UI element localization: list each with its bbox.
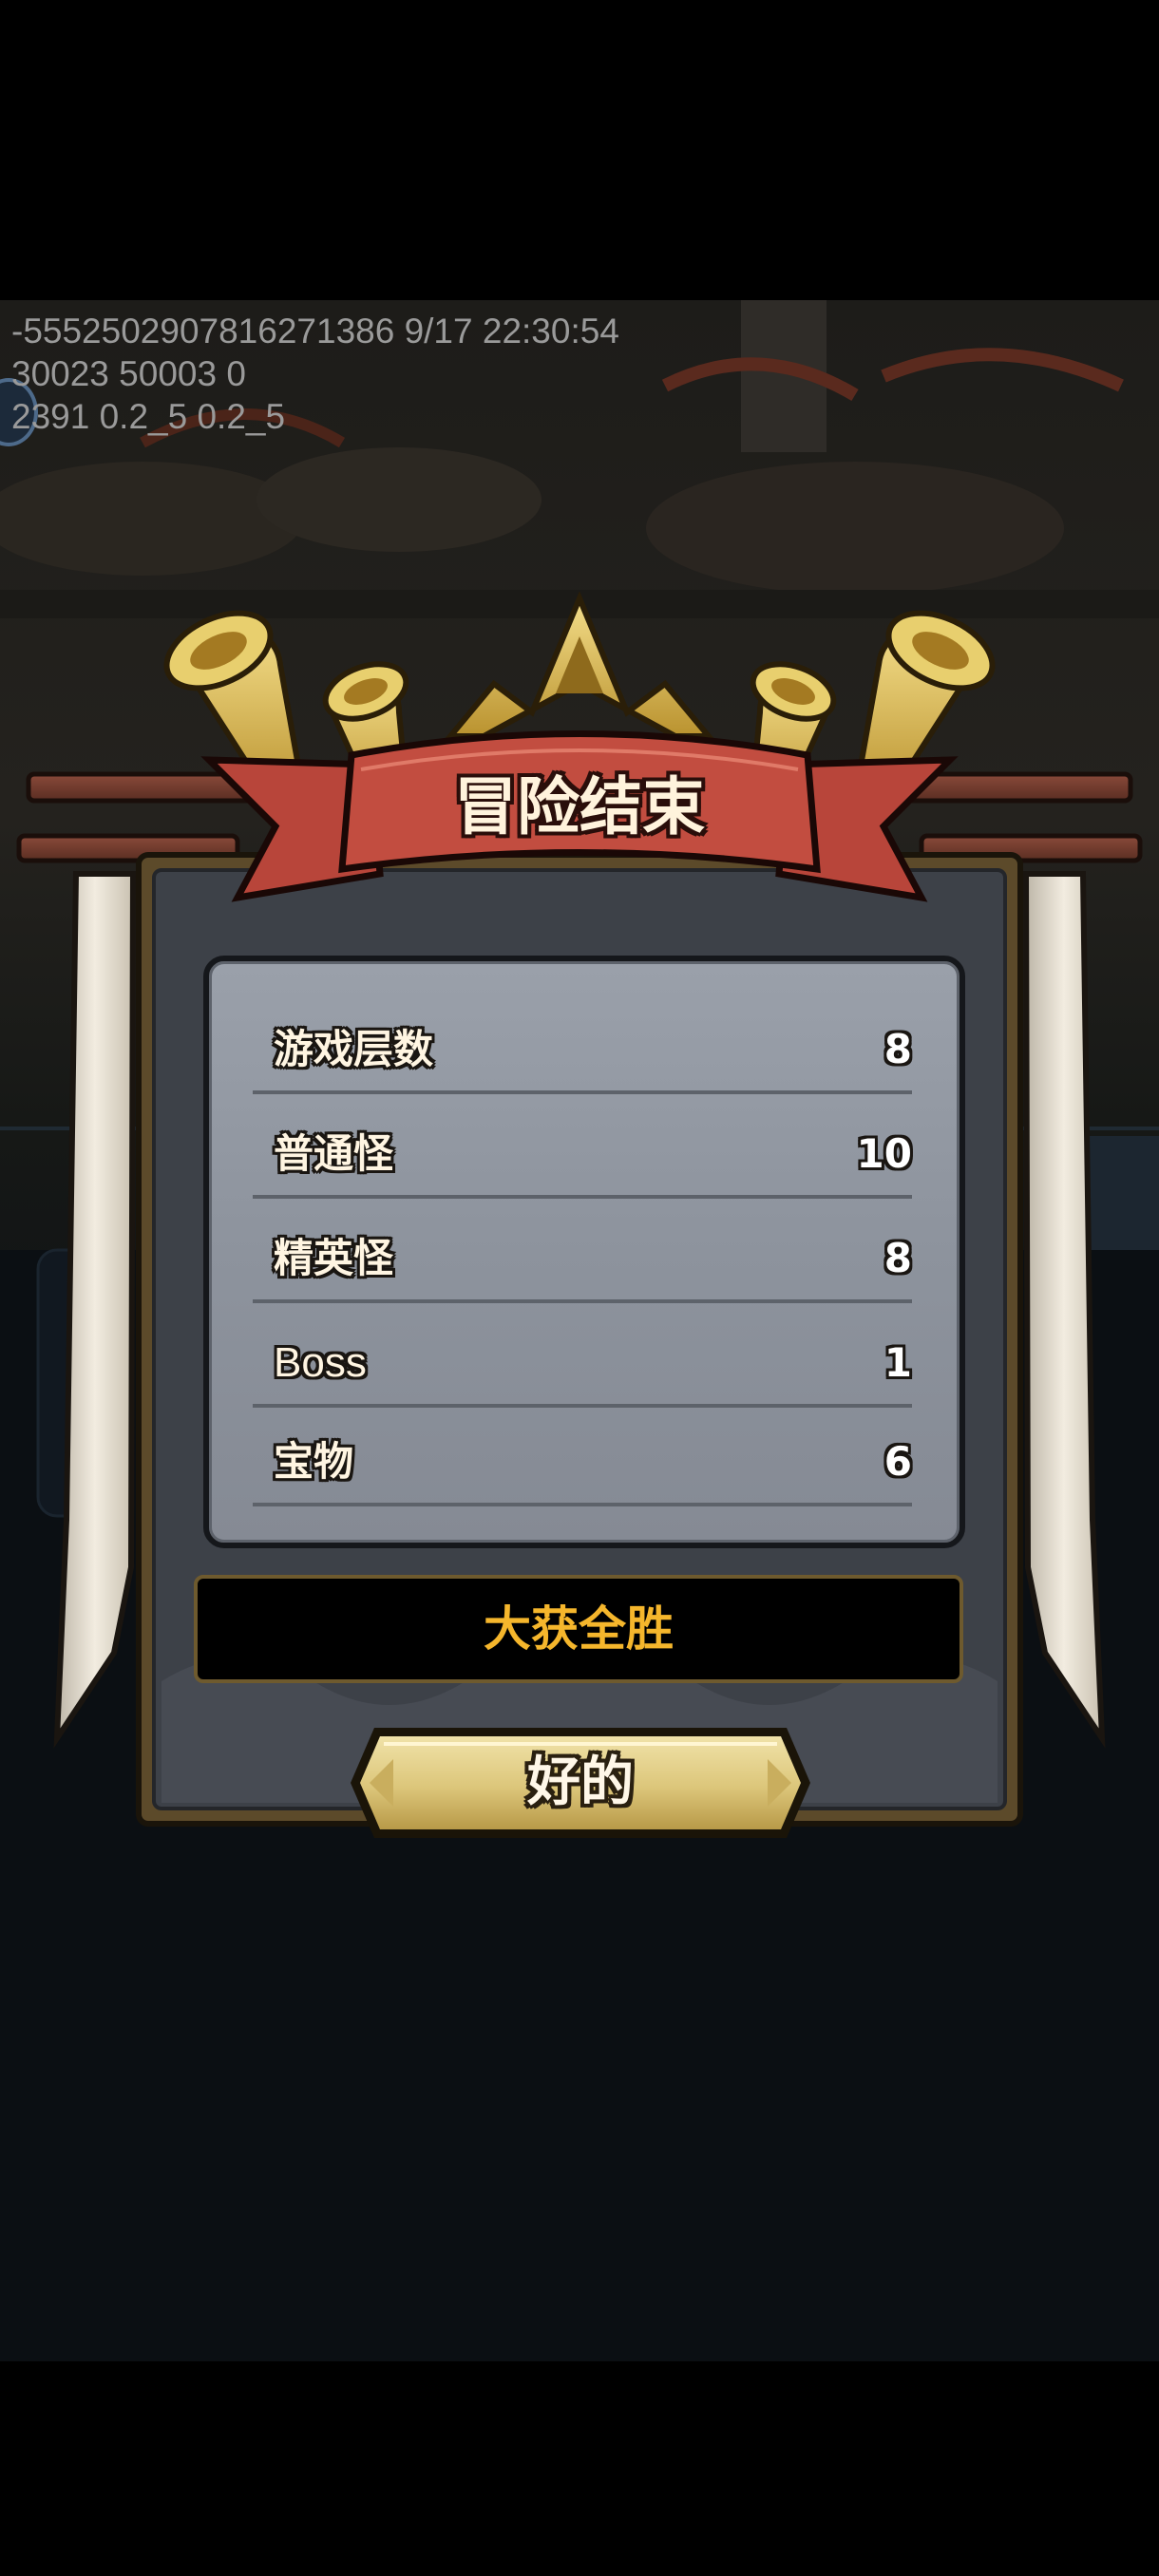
- debug-line-2: 30023 50003 0: [11, 354, 246, 393]
- debug-info: -5552502907816271386 9/17 22:30:54 30023 …: [11, 310, 619, 438]
- crown-icon: [440, 591, 719, 744]
- result-bar: 大获全胜: [194, 1575, 963, 1683]
- stat-value: 6: [884, 1438, 912, 1485]
- stat-label: 普通怪: [274, 1130, 394, 1177]
- result-text: 大获全胜: [484, 1601, 674, 1657]
- stat-value: 8: [884, 1026, 912, 1072]
- debug-line-3: 2391 0.2_5 0.2_5: [11, 397, 286, 436]
- stats-panel: 游戏层数 8 普通怪 10 精英怪 8 Boss 1 宝物 6: [203, 956, 965, 1548]
- ok-button[interactable]: 好的: [346, 1723, 815, 1843]
- stat-label: Boss: [274, 1339, 367, 1386]
- stat-value: 10: [856, 1130, 912, 1177]
- dialog-title: 冒险结束: [454, 770, 705, 843]
- stat-value: 8: [884, 1235, 912, 1281]
- ok-button-label: 好的: [527, 1752, 634, 1813]
- stat-row-boss: Boss 1: [253, 1322, 912, 1408]
- debug-line-1: -5552502907816271386 9/17 22:30:54: [11, 312, 619, 350]
- stat-row-floors: 游戏层数 8: [253, 1009, 912, 1094]
- stat-label: 游戏层数: [274, 1026, 434, 1072]
- stat-row-elite-monsters: 精英怪 8: [253, 1218, 912, 1303]
- stat-label: 宝物: [274, 1438, 354, 1485]
- stat-row-normal-monsters: 普通怪 10: [253, 1113, 912, 1199]
- stat-label: 精英怪: [274, 1235, 394, 1281]
- stat-value: 1: [884, 1339, 912, 1386]
- stat-row-treasure: 宝物 6: [253, 1421, 912, 1506]
